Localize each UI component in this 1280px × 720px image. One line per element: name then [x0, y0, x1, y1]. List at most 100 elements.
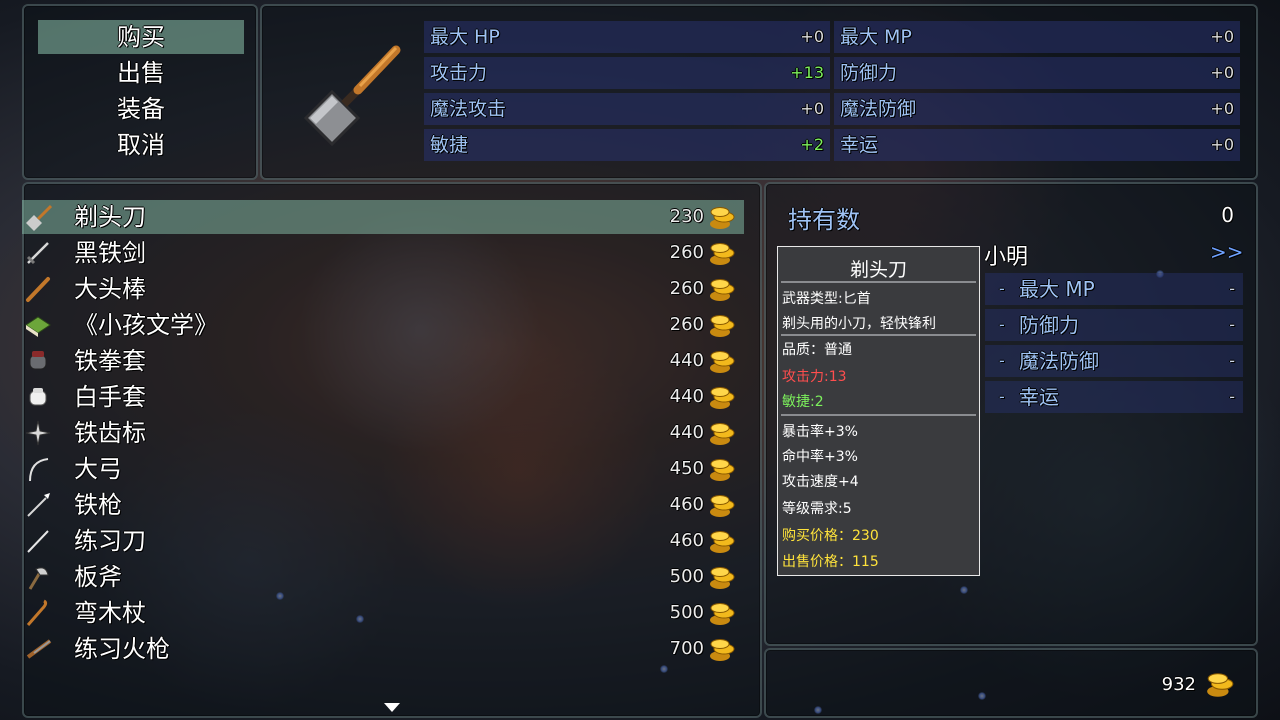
tooltip-level-requirement: 等级需求:5 [782, 501, 852, 517]
item-name: 弯木杖 [74, 599, 146, 627]
tooltip-divider [781, 281, 976, 283]
command-equip[interactable]: 装备 [38, 92, 244, 126]
item-price: 440 [669, 422, 704, 443]
stat-label: 防御力 [840, 62, 898, 84]
actor-stat-max-mp: - 最大 MP - [985, 273, 1243, 305]
command-buy[interactable]: 购买 [38, 20, 244, 54]
stat-label: 敏捷 [430, 134, 469, 156]
tooltip-title: 剃头刀 [849, 259, 907, 281]
stat-label: 幸运 [840, 134, 879, 156]
item-name: 铁枪 [74, 491, 122, 519]
shop-item-row[interactable]: 铁齿标 440 [22, 416, 744, 450]
compare-stat-magic-defense: 魔法防御 +0 [834, 93, 1240, 125]
item-price: 500 [669, 566, 704, 587]
gold-coin-icon [710, 459, 735, 481]
command-sell[interactable]: 出售 [38, 56, 244, 90]
tooltip-quality: 品质：普通 [782, 342, 852, 358]
item-price: 450 [669, 458, 704, 479]
item-name: 练习火枪 [74, 635, 170, 663]
stat-dash: - [999, 279, 1005, 298]
stat-delta: +0 [1210, 63, 1234, 82]
owned-count-label: 持有数 [788, 206, 860, 234]
stat-label: 最大 MP [840, 26, 912, 48]
book-icon [25, 316, 51, 337]
shop-item-row[interactable]: 大弓 450 [22, 452, 744, 486]
command-window: 购买 出售 装备 取消 [22, 4, 258, 180]
item-price: 460 [669, 530, 704, 551]
sword-icon [26, 242, 49, 265]
item-name: 白手套 [74, 383, 146, 411]
cleaver-icon [303, 45, 401, 147]
item-price: 260 [669, 242, 704, 263]
gold-coin-icon [710, 207, 735, 229]
gold-coin-icon [710, 315, 735, 337]
shop-item-row[interactable]: 《小孩文学》 260 [22, 308, 744, 342]
stat-value: - [1229, 387, 1235, 406]
gold-coin-icon [710, 279, 735, 301]
bow-icon [29, 458, 49, 482]
compare-stat-luck: 幸运 +0 [834, 129, 1240, 161]
tooltip-attack-speed: 攻击速度+4 [782, 474, 859, 490]
stat-label: 幸运 [1019, 385, 1059, 409]
stat-delta: +0 [1210, 99, 1234, 118]
tooltip-weapon-type: 武器类型:匕首 [782, 291, 871, 307]
gold-coin-icon [710, 351, 735, 373]
shop-item-row[interactable]: 白手套 440 [22, 380, 744, 414]
axe-icon [28, 567, 49, 590]
item-name: 大弓 [74, 455, 122, 483]
shop-item-row[interactable]: 剃头刀 230 [22, 200, 744, 234]
shop-item-row[interactable]: 黑铁剑 260 [22, 236, 744, 270]
spear-icon [27, 493, 50, 517]
item-price: 260 [669, 278, 704, 299]
actor-stat-luck: - 幸运 - [985, 381, 1243, 413]
staff-icon [26, 599, 48, 626]
tooltip-divider [781, 414, 976, 416]
item-price: 260 [669, 314, 704, 335]
stat-label: 魔法防御 [1019, 349, 1099, 373]
gold-coin-icon [710, 567, 735, 589]
musket-icon [26, 639, 52, 659]
shop-item-row[interactable]: 板斧 500 [22, 560, 744, 594]
compare-stat-defense: 防御力 +0 [834, 57, 1240, 89]
shop-item-row[interactable]: 弯木杖 500 [22, 596, 744, 630]
scroll-down-arrow-icon[interactable] [384, 703, 400, 712]
stat-label: 魔法防御 [840, 98, 917, 120]
item-price: 700 [669, 638, 704, 659]
item-name: 大头棒 [74, 275, 146, 303]
item-name: 黑铁剑 [74, 239, 146, 267]
iron-gauntlet-icon [29, 351, 47, 370]
actor-name: 小明 [984, 245, 1029, 270]
shop-item-row[interactable]: 大头棒 260 [22, 272, 744, 306]
club-icon [26, 277, 50, 302]
gold-coin-icon [1207, 673, 1234, 697]
stat-value: - [1229, 279, 1235, 298]
gold-coin-icon [710, 423, 735, 445]
compare-stat-agility: 敏捷 +2 [424, 129, 830, 161]
item-price: 440 [669, 386, 704, 407]
shop-item-row[interactable]: 铁拳套 440 [22, 344, 744, 378]
next-actor-arrow[interactable]: >> [1210, 240, 1244, 264]
shop-item-row[interactable]: 练习刀 460 [22, 524, 744, 558]
item-price: 500 [669, 602, 704, 623]
tooltip-attack: 攻击力:13 [782, 369, 847, 385]
stat-delta: +0 [1210, 27, 1234, 46]
gold-coin-icon [710, 531, 735, 553]
practice-blade-icon [27, 530, 49, 553]
white-glove-icon [29, 388, 47, 406]
shop-item-row[interactable]: 练习火枪 700 [22, 632, 744, 666]
item-price: 460 [669, 494, 704, 515]
shop-item-row[interactable]: 铁枪 460 [22, 488, 744, 522]
stat-delta: +0 [800, 99, 824, 118]
stat-delta: +13 [790, 63, 824, 82]
stat-label: 防御力 [1019, 313, 1079, 337]
tooltip-buy-price: 购买价格：230 [782, 528, 879, 544]
stat-label: 魔法攻击 [430, 98, 507, 120]
stat-label: 攻击力 [430, 62, 488, 84]
item-name: 铁拳套 [74, 347, 146, 375]
command-cancel[interactable]: 取消 [38, 128, 244, 162]
tooltip-description: 剃头用的小刀，轻快锋利 [782, 316, 936, 332]
compare-stat-max-hp: 最大 HP +0 [424, 21, 830, 53]
item-tooltip: 剃头刀 武器类型:匕首 剃头用的小刀，轻快锋利 品质：普通 攻击力:13 敏捷:… [777, 246, 980, 576]
stat-delta: +2 [800, 135, 824, 154]
tooltip-agility: 敏捷:2 [782, 394, 824, 410]
